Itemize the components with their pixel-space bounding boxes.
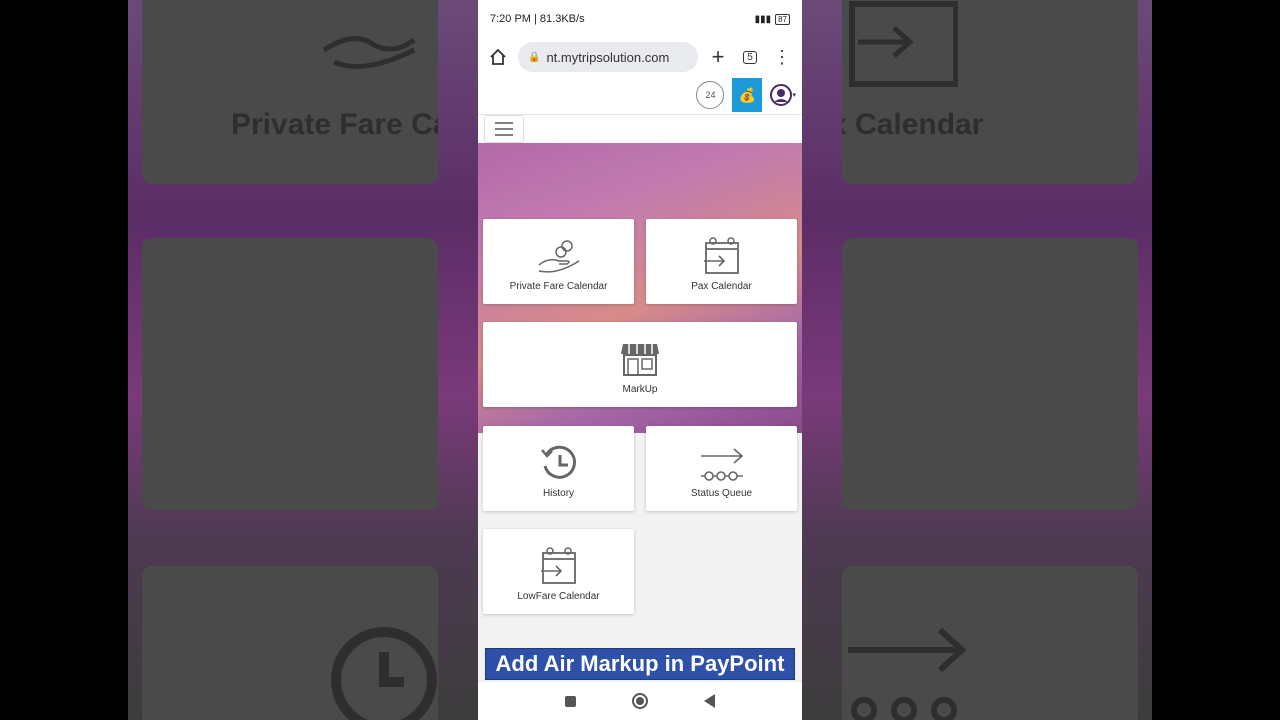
background-right-text: x Calendar [842,108,984,141]
user-avatar-icon[interactable]: ▾ [770,84,796,106]
status-bar: 7:20 PM | 81.3KB/s ▮▮▮ 87 [478,0,802,38]
browser-toolbar: 🔒 nt.mytripsolution.com + 5 ⋮ [478,38,802,76]
hamburger-menu-icon[interactable] [484,115,524,143]
signal-icon: ▮▮▮ 87 [755,13,790,25]
home-circle-icon[interactable] [632,693,648,709]
background-hand-icon [322,36,416,69]
tile-label: Status Queue [690,488,753,499]
support-24-icon[interactable]: 24 [696,81,725,109]
home-icon[interactable] [486,45,510,69]
url-bar[interactable]: 🔒 nt.mytripsolution.com [518,42,698,72]
calendar-arrow-icon [703,237,739,274]
background-left-panel: Private Fare Ca [128,0,438,720]
tile-markup[interactable]: MarkUp [483,322,797,407]
background-left-text: Private Fare Ca [231,108,438,141]
recents-icon[interactable] [565,695,576,707]
background-arrow-icon [848,627,967,720]
tile-pax-calendar[interactable]: Pax Calendar [646,219,797,304]
android-nav-bar [478,682,802,720]
app-header: 24 💰 ▾ [478,76,802,115]
tile-label: MarkUp [622,384,658,395]
tile-label: LowFare Calendar [517,591,600,602]
tab-switcher-button[interactable]: 5 [738,45,762,69]
money-bag-icon: 💰 [738,86,757,103]
chevron-down-icon: ▾ [792,92,796,99]
background-calendar-icon [849,1,958,87]
tile-status-queue[interactable]: Status Queue [646,426,797,511]
url-text: nt.mytripsolution.com [546,49,670,65]
battery-icon: 87 [775,13,790,25]
calendar-arrow-icon [540,547,576,584]
back-icon[interactable] [704,694,715,708]
tile-history[interactable]: History [483,426,634,511]
tab-count: 5 [743,50,757,64]
tile-label: History [542,488,575,499]
wallet-button[interactable]: 💰 [732,78,763,112]
status-time: 7:20 PM | 81.3KB/s [490,13,585,25]
history-icon [540,445,576,479]
tile-lowfare-calendar[interactable]: LowFare Calendar [483,529,634,614]
store-icon [621,344,659,376]
new-tab-icon[interactable]: + [706,44,730,69]
lock-icon: 🔒 [528,51,541,63]
tile-label: Private Fare Calendar [509,281,608,292]
video-caption: Add Air Markup in PayPoint [485,648,795,680]
nav-row [478,115,802,143]
tile-label: Pax Calendar [691,281,752,292]
coins-hand-icon [538,240,579,273]
background-history-icon [331,627,437,720]
background-right-panel: x Calendar [842,0,1152,720]
support-badge: 24 [705,90,716,100]
tile-private-fare-calendar[interactable]: Private Fare Calendar [483,219,634,304]
phone-screen: 7:20 PM | 81.3KB/s ▮▮▮ 87 🔒 nt.mytripsol… [478,0,802,720]
status-queue-icon [700,448,743,481]
menu-dots-icon[interactable]: ⋮ [770,45,794,69]
